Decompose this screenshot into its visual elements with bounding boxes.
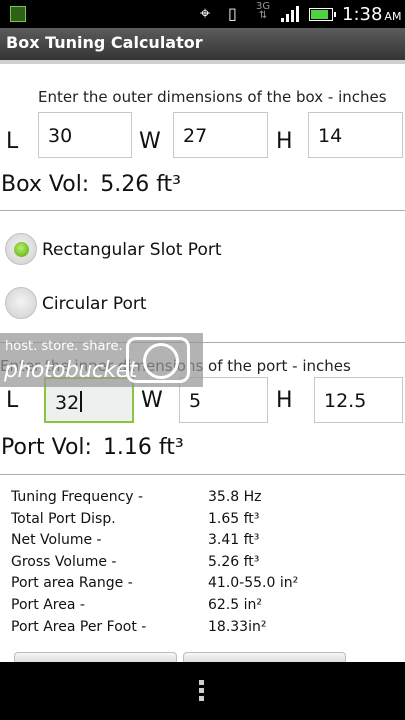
navigation-bar <box>0 662 405 720</box>
result-row: Tuning Frequency - 35.8 Hz <box>11 489 391 511</box>
box-dimensions-prompt: Enter the outer dimensions of the box - … <box>38 88 387 106</box>
box-width-input[interactable]: 27 <box>173 112 268 158</box>
rectangular-port-label[interactable]: Rectangular Slot Port <box>42 240 222 260</box>
result-value: 62.5 in² <box>208 596 262 613</box>
result-value: 18.33in² <box>208 618 267 635</box>
result-label: Net Volume - <box>11 532 102 549</box>
circular-port-label[interactable]: Circular Port <box>42 294 147 314</box>
port-height-label: H <box>276 388 293 413</box>
watermark-tagline: host. store. share. <box>5 339 123 354</box>
rectangular-port-radio[interactable] <box>5 233 37 265</box>
result-value: 35.8 Hz <box>208 489 262 505</box>
port-volume-value: 1.16 ft³ <box>102 435 184 460</box>
watermark-brand: photobucket <box>4 358 137 383</box>
divider <box>0 210 405 211</box>
signal-icon <box>281 6 301 22</box>
result-value: 41.0-55.0 in² <box>208 575 299 592</box>
result-label: Port area Range - <box>11 575 133 592</box>
result-value: 1.65 ft³ <box>208 510 260 527</box>
results-table: Tuning Frequency - 35.8 Hz Total Port Dis… <box>11 489 391 640</box>
port-height-input[interactable]: 12.5 <box>314 377 403 423</box>
box-width-label: W <box>139 129 161 154</box>
network-3g-icon: 3G ⇅ <box>256 1 271 21</box>
port-volume: Port Vol: 1.16 ft³ <box>1 435 184 460</box>
vibrate-icon: ▯ <box>228 4 237 23</box>
action-button-right[interactable] <box>183 652 346 662</box>
result-row: Gross Volume - 5.26 ft³ <box>11 554 391 576</box>
clock: 1:38 AM <box>342 4 401 25</box>
action-button-left[interactable] <box>14 652 177 662</box>
clock-time: 1:38 <box>342 4 383 25</box>
clock-ampm: AM <box>384 10 402 23</box>
result-label: Port Area - <box>11 596 85 613</box>
result-label: Tuning Frequency - <box>11 489 144 505</box>
result-row: Port Area - 62.5 in² <box>11 597 391 619</box>
menu-icon[interactable] <box>199 680 205 704</box>
result-row: Port area Range - 41.0-55.0 in² <box>11 575 391 597</box>
gps-icon: ⌖ <box>200 3 211 24</box>
app-title: Box Tuning Calculator <box>6 33 203 52</box>
battery-icon <box>309 8 336 21</box>
title-underline <box>0 60 405 64</box>
port-volume-label: Port Vol: <box>1 435 92 460</box>
box-volume-label: Box Vol: <box>1 172 90 197</box>
port-length-label: L <box>6 388 19 413</box>
port-width-label: W <box>141 388 163 413</box>
box-length-label: L <box>6 129 19 154</box>
result-row: Port Area Per Foot - 18.33in² <box>11 619 391 641</box>
divider <box>0 474 405 475</box>
result-value: 3.41 ft³ <box>208 532 260 549</box>
result-label: Total Port Disp. <box>11 510 116 527</box>
box-height-label: H <box>276 129 293 154</box>
result-row: Total Port Disp. 1.65 ft³ <box>11 511 391 533</box>
camera-icon <box>126 337 190 383</box>
box-length-input[interactable]: 30 <box>38 112 132 158</box>
box-height-input[interactable]: 14 <box>308 112 403 158</box>
notification-icon <box>10 6 26 22</box>
box-volume-value: 5.26 ft³ <box>100 172 181 197</box>
result-value: 5.26 ft³ <box>208 553 260 570</box>
result-label: Port Area Per Foot - <box>11 618 147 635</box>
result-row: Net Volume - 3.41 ft³ <box>11 532 391 554</box>
network-label: 3G <box>256 1 271 12</box>
box-volume: Box Vol: 5.26 ft³ <box>1 172 181 197</box>
app-title-bar: Box Tuning Calculator <box>0 28 405 64</box>
status-bar: ⌖ ▯ 3G ⇅ 1:38 AM <box>0 0 405 28</box>
result-label: Gross Volume - <box>11 553 117 570</box>
circular-port-radio[interactable] <box>5 287 37 319</box>
photobucket-watermark: host. store. share. photobucket <box>0 333 203 387</box>
